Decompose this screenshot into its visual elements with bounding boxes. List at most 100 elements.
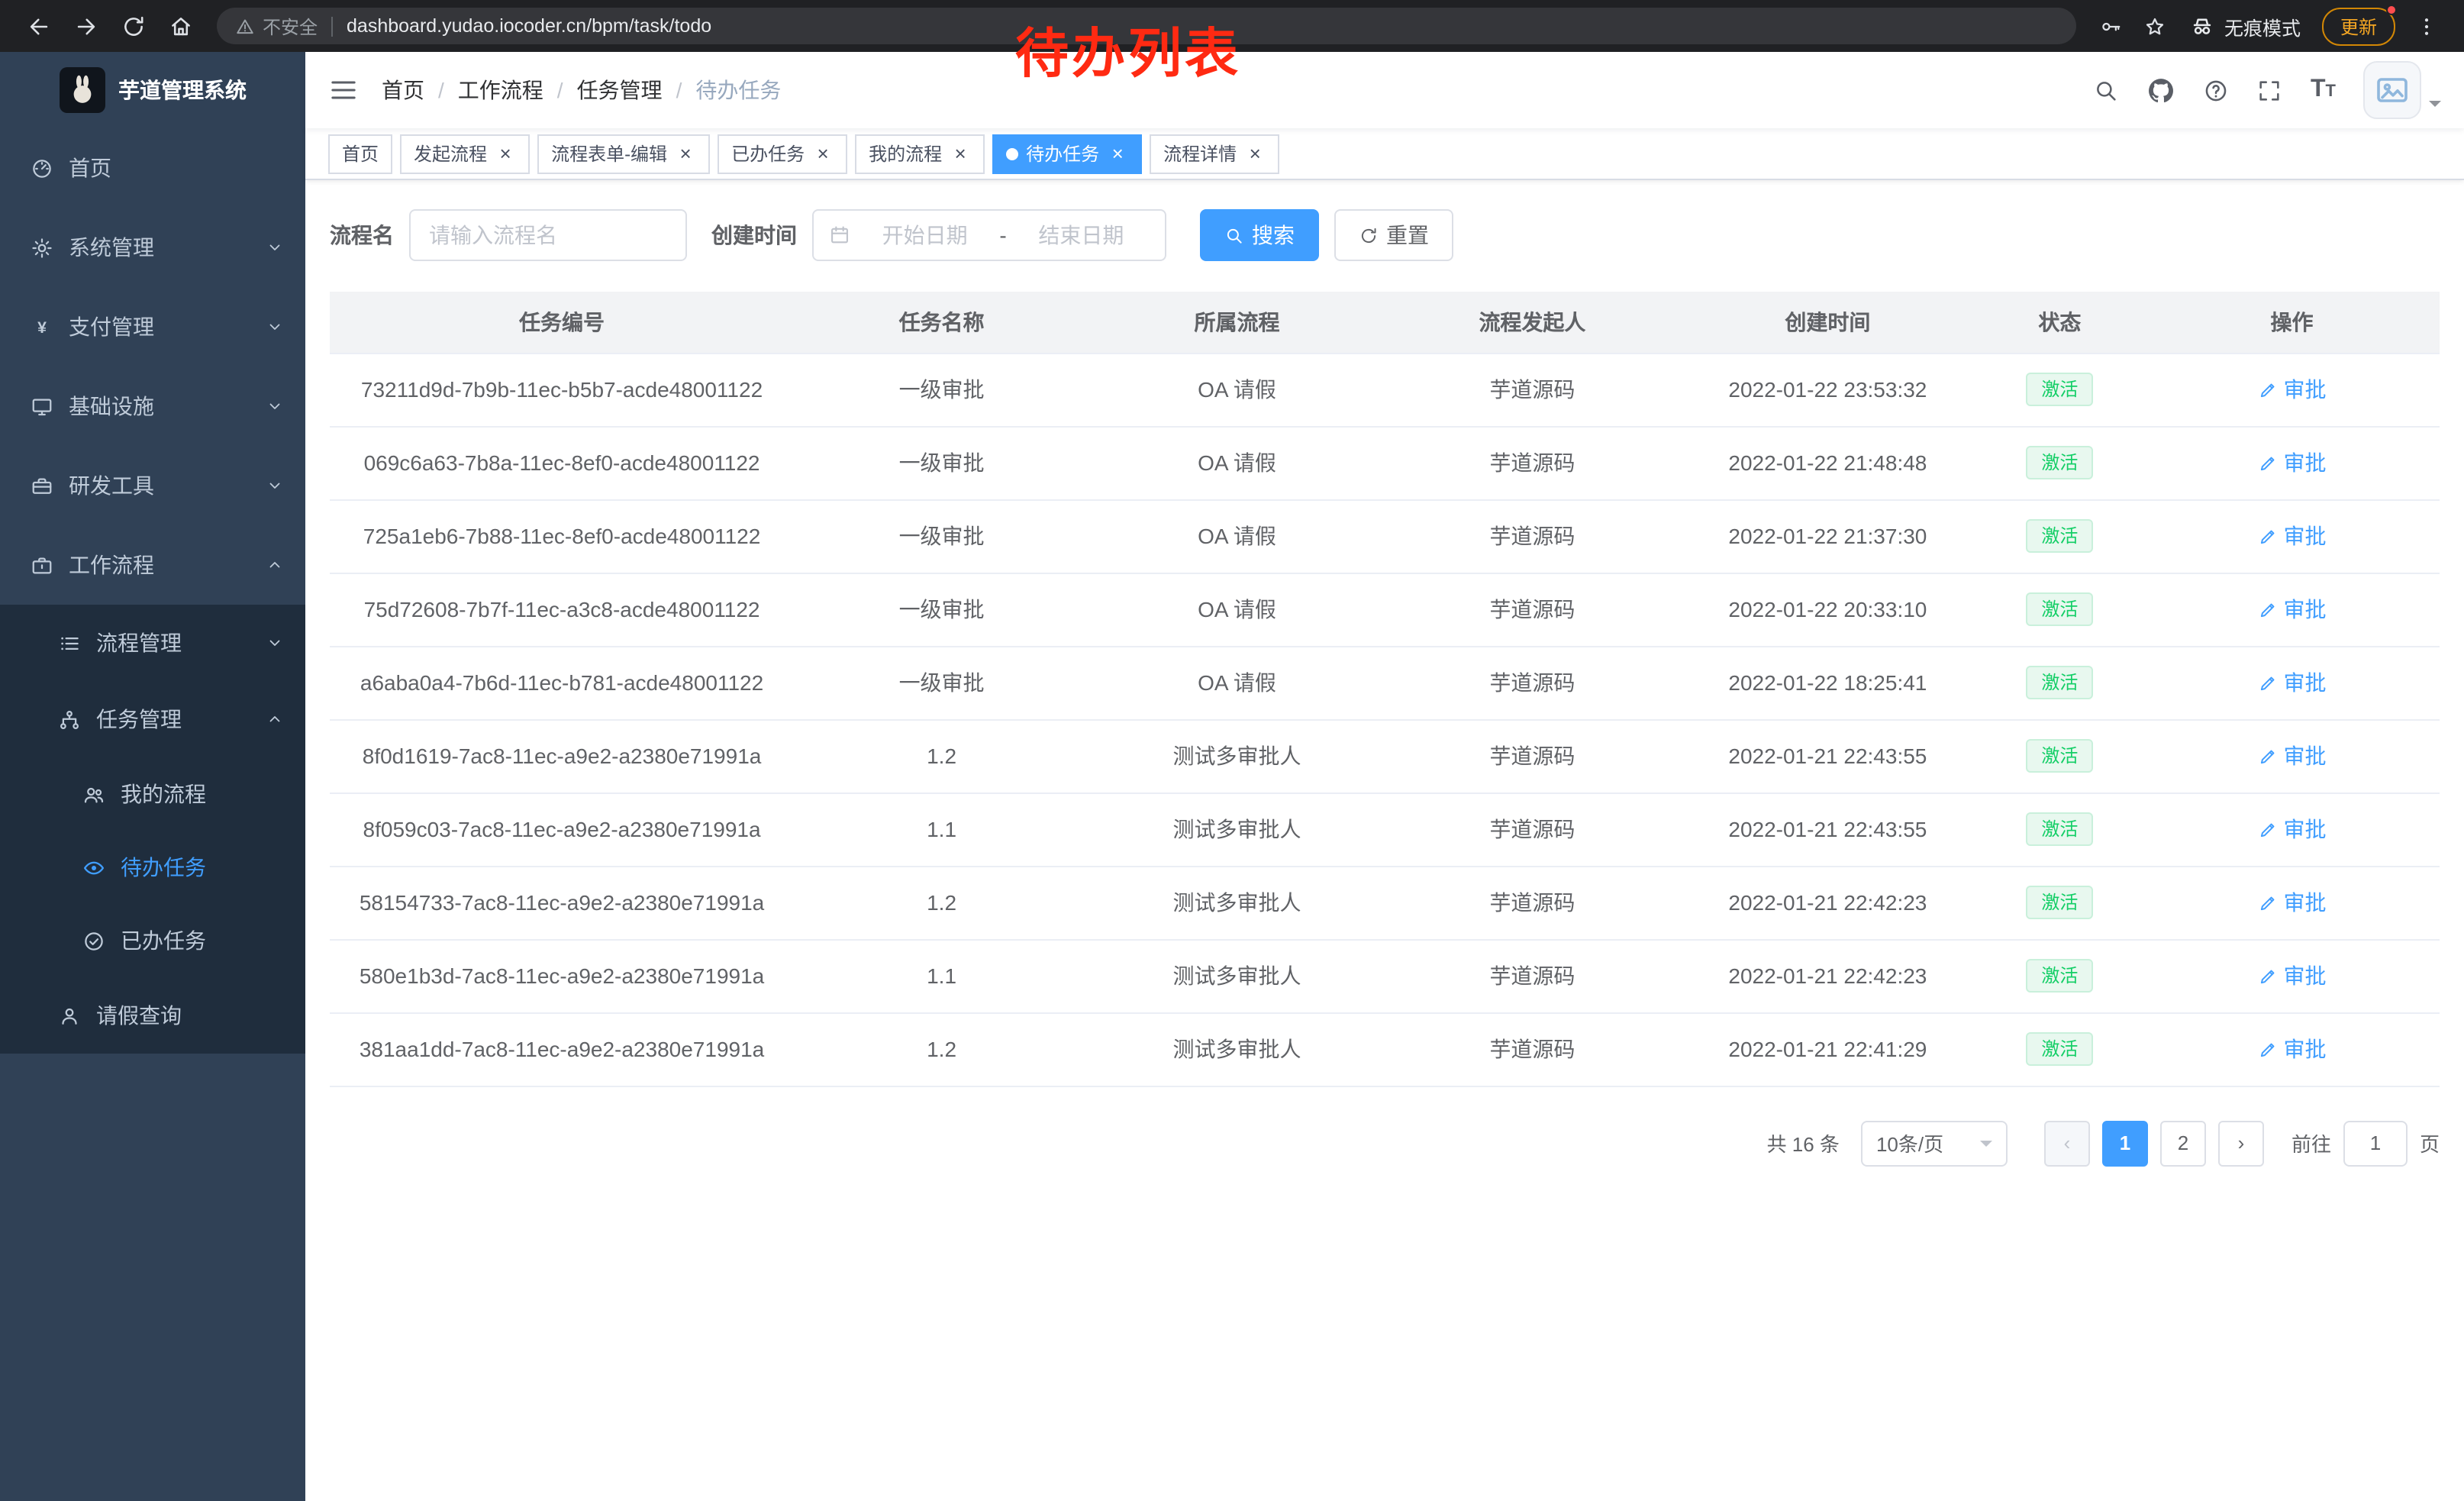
goto-page-input[interactable] xyxy=(2343,1120,2408,1166)
sidebar-item-workflow[interactable]: 工作流程 xyxy=(0,525,305,605)
forward-icon[interactable] xyxy=(73,13,99,39)
close-icon[interactable]: × xyxy=(1107,143,1128,164)
task-id-cell: 725a1eb6-7b88-11ec-8ef0-acde48001122 xyxy=(330,499,794,573)
next-page-button[interactable]: › xyxy=(2218,1120,2264,1166)
page-button-2[interactable]: 2 xyxy=(2160,1120,2206,1166)
tab-label: 发起流程 xyxy=(414,140,487,166)
sidebar-item-payment-management[interactable]: ¥支付管理 xyxy=(0,287,305,366)
monitor-icon xyxy=(31,395,53,418)
user-menu[interactable] xyxy=(2363,61,2441,119)
tab-todo-task[interactable]: 待办任务× xyxy=(992,134,1142,173)
hamburger-icon[interactable] xyxy=(328,75,359,105)
app-logo[interactable]: 芋道管理系统 xyxy=(0,52,305,128)
column-header: 流程发起人 xyxy=(1385,292,1680,353)
update-button[interactable]: 更新 xyxy=(2322,7,2395,45)
initiator-cell: 芋道源码 xyxy=(1385,499,1680,573)
sidebar-item-label: 请假查询 xyxy=(96,1000,284,1031)
task-id-cell: 381aa1dd-7ac8-11ec-a9e2-a2380e71991a xyxy=(330,1012,794,1086)
approve-button[interactable]: 审批 xyxy=(2257,960,2326,991)
action-cell: 审批 xyxy=(2144,353,2440,426)
approve-button[interactable]: 审批 xyxy=(2257,447,2326,478)
incognito-label: 无痕模式 xyxy=(2224,11,2301,40)
edit-icon xyxy=(2257,746,2277,766)
close-icon[interactable]: × xyxy=(950,143,971,164)
sidebar-item-system-management[interactable]: 系统管理 xyxy=(0,208,305,287)
fullscreen-icon[interactable] xyxy=(2257,77,2283,103)
home-icon[interactable] xyxy=(168,13,194,39)
initiator-cell: 芋道源码 xyxy=(1385,792,1680,866)
tab-label: 流程详情 xyxy=(1163,140,1237,166)
tab-label: 首页 xyxy=(342,140,379,166)
page-size-select[interactable]: 10条/页 xyxy=(1861,1120,2008,1166)
back-icon[interactable] xyxy=(26,13,52,39)
sidebar-item-todo-task[interactable]: 待办任务 xyxy=(0,831,305,904)
date-range-picker[interactable]: 开始日期 - 结束日期 xyxy=(812,209,1166,261)
process-name-input[interactable] xyxy=(409,209,687,261)
approve-button[interactable]: 审批 xyxy=(2257,594,2326,625)
sidebar-item-infrastructure[interactable]: 基础设施 xyxy=(0,366,305,446)
breadcrumb-item[interactable]: 首页 xyxy=(382,75,424,105)
approve-button[interactable]: 审批 xyxy=(2257,814,2326,844)
bookmark-star-icon[interactable] xyxy=(2143,15,2166,37)
sidebar-item-process-management[interactable]: 流程管理 xyxy=(0,605,305,681)
breadcrumb-separator: / xyxy=(676,78,682,102)
approve-label: 审批 xyxy=(2283,447,2326,478)
tab-start-process[interactable]: 发起流程 × xyxy=(400,134,530,173)
tab-form-edit[interactable]: 流程表单-编辑× xyxy=(537,134,710,173)
search-icon[interactable] xyxy=(2094,77,2120,103)
action-cell: 审批 xyxy=(2144,426,2440,499)
approve-button[interactable]: 审批 xyxy=(2257,741,2326,771)
approve-button[interactable]: 审批 xyxy=(2257,667,2326,698)
check-circle-icon xyxy=(82,929,105,952)
key-icon[interactable] xyxy=(2099,15,2122,37)
table-header-row: 任务编号任务名称所属流程流程发起人创建时间状态操作 xyxy=(330,292,2440,353)
breadcrumb-item[interactable]: 工作流程 xyxy=(458,75,543,105)
search-button[interactable]: 搜索 xyxy=(1200,209,1319,261)
toolbox-icon xyxy=(31,474,53,497)
task-name-cell: 1.1 xyxy=(794,792,1089,866)
help-icon[interactable] xyxy=(2204,77,2230,103)
tab-done-task[interactable]: 已办任务× xyxy=(718,134,847,173)
tab-home[interactable]: 首页 xyxy=(328,134,392,173)
close-icon[interactable]: × xyxy=(675,143,696,164)
edit-icon xyxy=(2257,893,2277,912)
status-cell: 激活 xyxy=(1975,792,2144,866)
status-cell: 激活 xyxy=(1975,1012,2144,1086)
sidebar-item-leave-query[interactable]: 请假查询 xyxy=(0,977,305,1054)
task-name-cell: 一级审批 xyxy=(794,646,1089,719)
tab-my-process[interactable]: 我的流程× xyxy=(855,134,985,173)
status-cell: 激活 xyxy=(1975,939,2144,1012)
sidebar-item-home[interactable]: 首页 xyxy=(0,128,305,208)
approve-button[interactable]: 审批 xyxy=(2257,521,2326,551)
sidebar-item-label: 流程管理 xyxy=(96,628,266,658)
sidebar-item-label: 任务管理 xyxy=(96,704,266,734)
font-size-icon[interactable]: TT xyxy=(2311,78,2336,102)
reload-icon[interactable] xyxy=(121,13,147,39)
close-icon[interactable]: × xyxy=(812,143,834,164)
approve-button[interactable]: 审批 xyxy=(2257,374,2326,405)
close-icon[interactable]: × xyxy=(1244,143,1266,164)
process-name-label: 流程名 xyxy=(330,220,394,250)
github-icon[interactable] xyxy=(2147,76,2176,105)
sidebar-item-done-task[interactable]: 已办任务 xyxy=(0,904,305,977)
browser-menu-icon[interactable] xyxy=(2415,15,2438,37)
approve-button[interactable]: 审批 xyxy=(2257,1034,2326,1064)
status-badge: 激活 xyxy=(2026,739,2093,773)
rabbit-icon xyxy=(65,73,98,107)
prev-page-button[interactable]: ‹ xyxy=(2044,1120,2090,1166)
task-id-cell: 8f0d1619-7ac8-11ec-a9e2-a2380e71991a xyxy=(330,719,794,792)
column-header: 所属流程 xyxy=(1089,292,1385,353)
eye-icon xyxy=(82,856,105,879)
reset-button[interactable]: 重置 xyxy=(1334,209,1453,261)
sidebar-item-my-process[interactable]: 我的流程 xyxy=(0,757,305,831)
sidebar-item-task-management[interactable]: 任务管理 xyxy=(0,681,305,757)
sidebar-item-dev-tools[interactable]: 研发工具 xyxy=(0,446,305,525)
table-row: 8f059c03-7ac8-11ec-a9e2-a2380e71991a1.1测… xyxy=(330,792,2440,866)
sidebar-item-label: 支付管理 xyxy=(69,311,266,342)
table-row: 73211d9d-7b9b-11ec-b5b7-acde48001122一级审批… xyxy=(330,353,2440,426)
page-button-1[interactable]: 1 xyxy=(2102,1120,2148,1166)
close-icon[interactable]: × xyxy=(495,143,516,164)
breadcrumb-item[interactable]: 任务管理 xyxy=(577,75,663,105)
tab-process-detail[interactable]: 流程详情 × xyxy=(1150,134,1279,173)
approve-button[interactable]: 审批 xyxy=(2257,887,2326,918)
